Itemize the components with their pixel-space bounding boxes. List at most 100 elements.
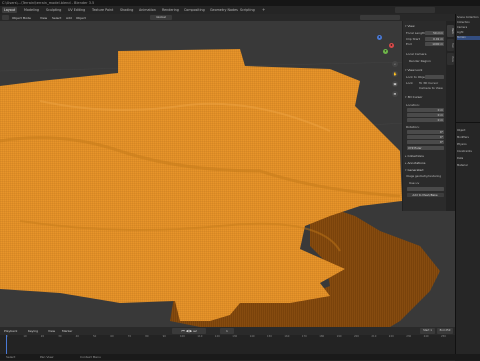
cursor-rot-x-field[interactable]: 0° xyxy=(407,130,444,134)
menu-keying[interactable]: Keying xyxy=(28,329,38,333)
location-label: Location: xyxy=(406,103,420,107)
mode-selector[interactable]: Object Mode xyxy=(12,16,31,20)
gizmo-y-axis[interactable]: Y xyxy=(383,49,388,54)
tab-view[interactable]: View xyxy=(447,53,454,65)
cursor-z-field[interactable]: 0 m xyxy=(407,118,444,122)
section-generated[interactable]: Generated xyxy=(405,168,445,173)
timeline-tick-label: 190 xyxy=(336,335,342,338)
menu-add[interactable]: Add xyxy=(66,16,72,20)
properties-data[interactable]: Data xyxy=(457,157,480,161)
tab-item[interactable]: Item xyxy=(447,25,454,37)
properties-constraints[interactable]: Constraints xyxy=(457,150,480,154)
properties-object[interactable]: Object xyxy=(457,129,480,133)
status-select-hint: Select xyxy=(6,355,16,359)
properties-modifiers[interactable]: Modifiers xyxy=(457,136,480,140)
outliner-collection[interactable]: Collection xyxy=(457,21,480,25)
outliner-terrain[interactable]: Terrain xyxy=(457,36,480,40)
menu-timeline-view[interactable]: View xyxy=(48,329,55,333)
tab-texture-paint[interactable]: Texture Paint xyxy=(90,7,115,13)
tab-geometry-nodes[interactable]: Geometry Nodes xyxy=(208,7,240,13)
timeline-tick-label: 30 xyxy=(58,335,62,338)
timeline-tick-label: 80 xyxy=(145,335,149,338)
timeline-tick-label: 200 xyxy=(354,335,359,338)
lock-object-field[interactable] xyxy=(425,75,444,79)
section-view[interactable]: View xyxy=(405,24,445,29)
camera-to-view-checkbox[interactable]: Camera to View xyxy=(419,86,443,90)
lock-label: Lock xyxy=(406,81,413,85)
section-annotations[interactable]: Annotations xyxy=(405,161,445,166)
add-workspace-icon[interactable]: + xyxy=(262,7,265,12)
clip-start-field[interactable]: 0.01 m xyxy=(425,37,444,41)
apply-button[interactable]: Add to Mesh/Bake xyxy=(407,193,444,197)
zoom-icon[interactable]: ⌕ xyxy=(392,61,398,67)
section-view-lock[interactable]: View Lock xyxy=(405,68,445,73)
pan-hand-icon[interactable]: ✋ xyxy=(392,71,398,77)
rotation-label: Rotation: xyxy=(406,125,420,129)
timeline-tick-label: 120 xyxy=(214,335,220,338)
tab-uv-editing[interactable]: UV Editing xyxy=(66,7,87,13)
timeline-tick-label: 220 xyxy=(388,335,394,338)
perspective-toggle-icon[interactable]: ⊞ xyxy=(392,91,398,97)
timeline-tick-label: 110 xyxy=(197,335,203,338)
scene-selector[interactable] xyxy=(395,7,435,13)
tab-modeling[interactable]: Modeling xyxy=(22,7,41,13)
tab-sculpting[interactable]: Sculpting xyxy=(44,7,63,13)
clip-end-field[interactable]: 1000 m xyxy=(425,42,444,46)
editor-type-icon[interactable] xyxy=(2,15,9,20)
focal-length-field[interactable]: 50 mm xyxy=(425,31,444,35)
end-frame-field[interactable]: End 250 xyxy=(437,328,453,334)
timeline-tick-label: 10 xyxy=(23,335,27,338)
transform-orientation[interactable]: Global xyxy=(150,15,172,20)
section-3d-cursor[interactable]: 3D Cursor xyxy=(405,95,445,100)
outliner-properties-column: Scene Collection Collection Camera Light… xyxy=(455,14,480,360)
timeline-tick-label: 40 xyxy=(75,335,79,338)
properties-physics[interactable]: Physics xyxy=(457,143,480,147)
start-frame-field[interactable]: Start 1 xyxy=(420,328,435,334)
properties-material[interactable]: Material xyxy=(457,164,480,168)
sidebar-tabs: Item Tool View xyxy=(446,21,455,211)
window-title: C:\Users\...\Terrain\terrain_model.blend… xyxy=(2,0,95,5)
timeline-header: Playback Keying View Marker ⏮ ◀ ▶ ⏭ 1 St… xyxy=(0,327,455,335)
clip-end-label: End xyxy=(406,42,412,46)
outliner-scene-collection[interactable]: Scene Collection xyxy=(457,16,480,20)
generated-slider[interactable] xyxy=(407,187,444,191)
camera-view-icon[interactable]: ▣ xyxy=(392,81,398,87)
viewport-shading-buttons[interactable] xyxy=(360,15,400,20)
render-region-checkbox[interactable]: Render Region xyxy=(409,59,431,63)
section-collections[interactable]: Collections xyxy=(405,154,445,159)
tab-layout[interactable]: Layout xyxy=(2,7,18,13)
playback-controls[interactable]: ⏮ ◀ ▶ ⏭ xyxy=(172,328,206,334)
menu-select[interactable]: Select xyxy=(52,16,61,20)
menu-object[interactable]: Object xyxy=(76,16,86,20)
tab-scripting[interactable]: Scripting xyxy=(238,7,257,13)
tab-compositing[interactable]: Compositing xyxy=(182,7,207,13)
tab-animation[interactable]: Animation xyxy=(137,7,158,13)
menu-playback[interactable]: Playback xyxy=(4,329,17,333)
gizmo-x-axis[interactable]: X xyxy=(389,43,394,48)
focal-length-label: Focal Length xyxy=(406,31,426,35)
outliner-camera[interactable]: Camera xyxy=(457,26,480,30)
outliner-light[interactable]: Light xyxy=(457,31,480,35)
3d-viewport[interactable]: Z X Y ⌕ ✋ ▣ ⊞ xyxy=(0,21,455,327)
tab-tool[interactable]: Tool xyxy=(447,39,454,51)
timeline-tick-label: 250 xyxy=(441,335,446,338)
gizmo-z-axis[interactable]: Z xyxy=(377,35,382,40)
rotation-mode-select[interactable]: XYZ Euler xyxy=(407,146,444,150)
to-3d-cursor-checkbox[interactable]: To 3D Cursor xyxy=(419,81,438,85)
playhead[interactable] xyxy=(6,335,7,354)
cursor-rot-z-field[interactable]: 0° xyxy=(407,140,444,144)
timeline-tick-label: 50 xyxy=(93,335,97,338)
viewport-header: Object Mode View Select Add Object Globa… xyxy=(0,14,455,21)
timeline-tick-label: 20 xyxy=(40,335,45,338)
tab-rendering[interactable]: Rendering xyxy=(160,7,181,13)
cursor-rot-y-field[interactable]: 0° xyxy=(407,135,444,139)
status-context-hint: Context Menu xyxy=(80,355,101,359)
cursor-y-field[interactable]: 0 m xyxy=(407,113,444,117)
current-frame-field[interactable]: 1 xyxy=(220,328,234,334)
cursor-x-field[interactable]: 0 m xyxy=(407,108,444,112)
menu-marker[interactable]: Marker xyxy=(62,329,72,333)
timeline-tick-label: 70 xyxy=(127,335,132,338)
menu-view[interactable]: View xyxy=(40,16,47,20)
use-uv-checkbox[interactable]: Use uv xyxy=(409,181,419,185)
tab-shading[interactable]: Shading xyxy=(118,7,135,13)
